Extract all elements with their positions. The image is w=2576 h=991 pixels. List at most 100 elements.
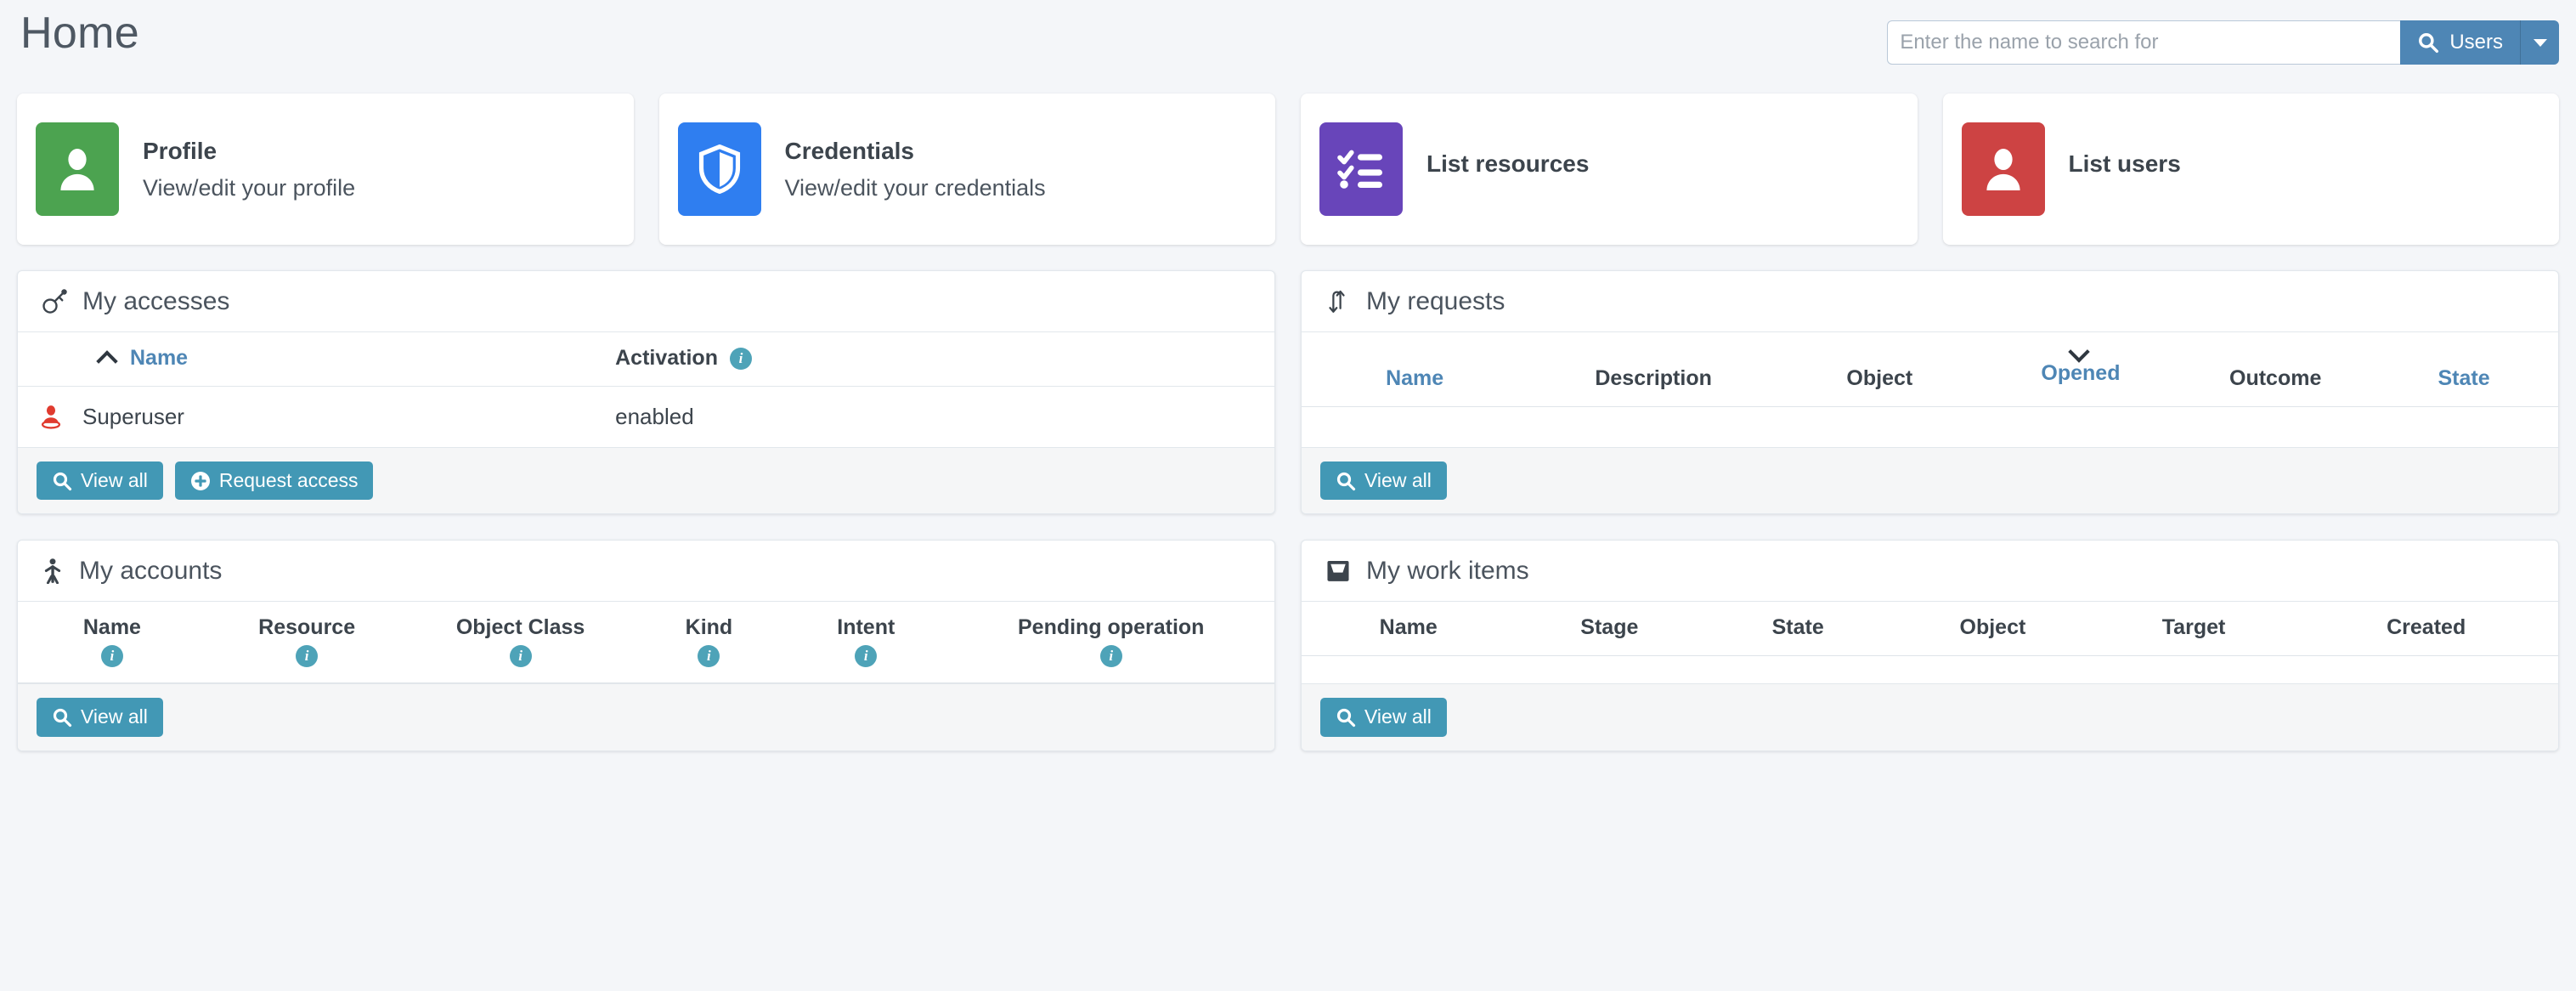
- workitems-table: Name Stage State Object Target Created: [1302, 602, 2558, 656]
- tile-list-resources[interactable]: List resources: [1301, 93, 1918, 245]
- info-icon[interactable]: i: [855, 645, 877, 667]
- exchange-arrows-icon: [1325, 289, 1351, 314]
- search-scope-dropdown-button[interactable]: [2520, 20, 2559, 65]
- panel-body: Name Stage State Object Target Created: [1302, 602, 2558, 683]
- search-scope-button[interactable]: Users: [2400, 20, 2520, 65]
- search-icon: [2417, 31, 2439, 54]
- panel-my-accesses: My accesses Name: [17, 270, 1275, 514]
- page-title: Home: [17, 7, 139, 59]
- table-row[interactable]: Superuser enabled: [18, 387, 1274, 448]
- column-header-created: Created: [2294, 602, 2558, 656]
- panel-footer: View all Request access: [18, 447, 1274, 513]
- column-header-stage: Stage: [1515, 602, 1703, 656]
- column-header-object: Object: [1892, 602, 2093, 656]
- column-header-target: Target: [2093, 602, 2295, 656]
- person-icon: [42, 558, 64, 584]
- tile-title: List resources: [1426, 150, 1589, 178]
- shortcut-tiles: Profile View/edit your profile Credentia…: [17, 93, 2559, 245]
- shield-icon: [678, 122, 761, 216]
- search-icon: [1336, 471, 1356, 491]
- panel-title: My requests: [1366, 287, 1505, 316]
- tile-subtitle: View/edit your credentials: [785, 175, 1046, 201]
- checklist-icon: [1319, 122, 1403, 216]
- chevron-up-icon: [99, 354, 118, 364]
- info-icon[interactable]: i: [698, 645, 720, 667]
- column-header-kind: Kind i: [634, 602, 784, 683]
- cell-activation: enabled: [608, 387, 1274, 448]
- plus-circle-icon: [190, 471, 211, 491]
- panel-title: My accounts: [79, 557, 222, 586]
- column-header-name[interactable]: Name: [1302, 332, 1528, 407]
- column-header-resource: Resource i: [206, 602, 408, 683]
- tile-subtitle: View/edit your profile: [143, 175, 355, 201]
- column-header-object-class: Object Class i: [407, 602, 633, 683]
- view-all-button[interactable]: View all: [37, 462, 163, 500]
- panel-header: My requests: [1302, 271, 2558, 332]
- chevron-down-icon: [2071, 346, 2090, 356]
- info-icon[interactable]: i: [101, 645, 123, 667]
- search-icon: [1336, 707, 1356, 728]
- column-header-description: Description: [1528, 332, 1779, 407]
- panel-my-accounts: My accounts Name i Resource i: [17, 540, 1275, 750]
- column-header-outcome: Outcome: [2181, 332, 2370, 407]
- table-header-row: Name Activation i: [18, 332, 1274, 387]
- table-header-row: Name Description Object: [1302, 332, 2558, 407]
- inbox-icon: [1325, 560, 1351, 582]
- column-header-intent: Intent i: [784, 602, 947, 683]
- info-icon[interactable]: i: [730, 348, 752, 370]
- info-icon[interactable]: i: [296, 645, 318, 667]
- panel-header: My work items: [1302, 541, 2558, 602]
- panel-footer: View all: [1302, 683, 2558, 750]
- column-header-name: Name i: [18, 602, 206, 683]
- accesses-table: Name Activation i: [18, 332, 1274, 447]
- panel-my-requests: My requests Name Description: [1301, 270, 2559, 514]
- column-header-name[interactable]: Name: [18, 332, 608, 387]
- panel-title: My work items: [1366, 557, 1529, 586]
- tile-title: Credentials: [785, 138, 1046, 165]
- search-input[interactable]: [1887, 20, 2400, 65]
- key-icon: [42, 289, 67, 314]
- panel-footer: View all: [18, 683, 1274, 750]
- panel-body: Name i Resource i Object Class i: [18, 602, 1274, 683]
- column-header-opened[interactable]: Opened: [1980, 332, 2182, 407]
- panel-body: Name Description Object: [1302, 332, 2558, 447]
- search-icon: [52, 707, 72, 728]
- panel-body: Name Activation i: [18, 332, 1274, 447]
- column-header-name: Name: [1302, 602, 1515, 656]
- tile-list-users[interactable]: List users: [1943, 93, 2560, 245]
- panel-footer: View all: [1302, 447, 2558, 513]
- column-header-object: Object: [1779, 332, 1980, 407]
- tile-profile[interactable]: Profile View/edit your profile: [17, 93, 634, 245]
- view-all-button[interactable]: View all: [1320, 698, 1447, 736]
- view-all-button[interactable]: View all: [37, 698, 163, 736]
- panel-my-work-items: My work items Name Stage State: [1301, 540, 2559, 750]
- column-header-state: State: [1703, 602, 1892, 656]
- info-icon[interactable]: i: [510, 645, 532, 667]
- table-header-row: Name Stage State Object Target Created: [1302, 602, 2558, 656]
- cell-name: Superuser: [18, 387, 608, 448]
- panel-title: My accesses: [82, 287, 229, 316]
- access-name: Superuser: [82, 404, 184, 430]
- column-header-state[interactable]: State: [2370, 332, 2558, 407]
- column-header-activation: Activation i: [608, 332, 1274, 387]
- accounts-table: Name i Resource i Object Class i: [18, 602, 1274, 683]
- home-dashboard: Home Users: [0, 0, 2576, 991]
- view-all-button[interactable]: View all: [1320, 462, 1447, 500]
- info-icon[interactable]: i: [1100, 645, 1122, 667]
- panel-grid: My accesses Name: [17, 270, 2559, 751]
- role-icon: [40, 405, 62, 430]
- user-icon: [36, 122, 119, 216]
- search-scope-label: Users: [2449, 31, 2503, 54]
- column-header-pending-operation: Pending operation i: [947, 602, 1274, 683]
- global-search: Users: [1887, 20, 2559, 65]
- tile-title: Profile: [143, 138, 355, 165]
- user-icon: [1962, 122, 2045, 216]
- panel-header: My accesses: [18, 271, 1274, 332]
- table-header-row: Name i Resource i Object Class i: [18, 602, 1274, 683]
- top-bar: Home Users: [17, 0, 2559, 92]
- tile-credentials[interactable]: Credentials View/edit your credentials: [659, 93, 1276, 245]
- panel-header: My accounts: [18, 541, 1274, 602]
- chevron-down-icon: [2534, 39, 2547, 47]
- search-icon: [52, 471, 72, 491]
- request-access-button[interactable]: Request access: [175, 462, 374, 500]
